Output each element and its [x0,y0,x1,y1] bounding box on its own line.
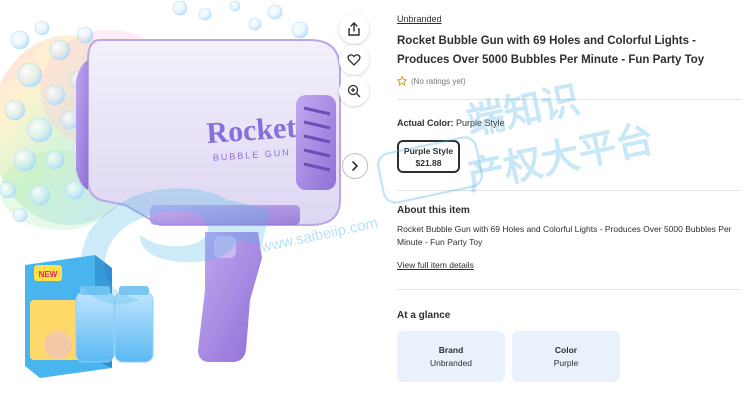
swatch-price: $21.88 [415,157,442,168]
rating-text: (No ratings yet) [411,76,466,86]
product-title: Rocket Bubble Gun with 69 Holes and Colo… [397,35,705,66]
color-swatch-purple-style[interactable]: Purple Style $21.88 [397,140,460,173]
favorite-button[interactable] [339,45,369,75]
glance-card-color: Color Purple [512,331,620,382]
glance-heading: At a glance [397,310,451,321]
star-icon [397,76,407,86]
divider [397,289,741,290]
brand-link[interactable]: Unbranded [397,14,442,24]
color-label-key: Actual Color: [397,118,454,128]
color-label-value: Purple Style [456,118,505,128]
glance-value: Unbranded [429,358,473,368]
view-full-details-link[interactable]: View full item details [397,260,474,270]
zoom-icon [347,84,361,98]
share-icon [348,22,360,36]
zoom-button[interactable] [339,76,369,106]
rating-summary[interactable]: (No ratings yet) [397,76,466,86]
product-image: NEW Rocket BUBBLE GUN [0,0,341,378]
glance-card-brand: Brand Unbranded [397,331,505,382]
glance-key: Color [554,345,578,355]
glance-value: Purple [553,358,579,368]
divider [397,190,741,191]
chevron-right-icon [352,161,359,171]
bubble-bottles [75,286,154,363]
divider [397,99,741,100]
swatch-name: Purple Style [403,145,454,156]
next-image-button[interactable] [342,153,368,179]
about-text: Rocket Bubble Gun with 69 Holes and Colo… [397,224,732,247]
product-image-gallery[interactable]: NEW Rocket BUBBLE GUN [0,0,380,408]
about-heading: About this item [397,205,470,216]
heart-icon [347,54,361,66]
glance-key: Brand [438,345,464,355]
watermark-line2: 产权大平台 [463,116,658,199]
box-badge-text: NEW [39,270,58,279]
gun-print-name: Rocket [205,111,297,150]
watermark-line1: 端知识 [463,77,584,144]
color-label: Actual Color: Purple Style [397,118,505,128]
share-button[interactable] [339,14,369,44]
